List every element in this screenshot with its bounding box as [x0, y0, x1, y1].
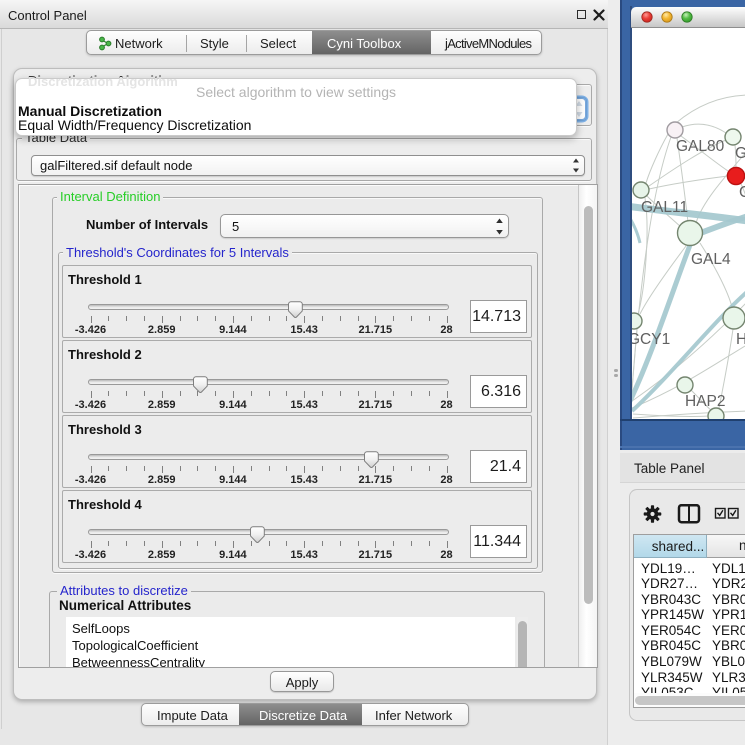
svg-text:GA: GA: [735, 145, 745, 162]
svg-text:GAL80: GAL80: [676, 138, 725, 155]
svg-text:H: H: [736, 331, 745, 348]
svg-text:GCY1: GCY1: [632, 331, 670, 348]
svg-text:GAL11: GAL11: [641, 199, 688, 216]
svg-text:HAP2: HAP2: [685, 393, 726, 410]
svg-text:GAL4: GAL4: [691, 251, 731, 268]
svg-text:C: C: [739, 184, 745, 201]
